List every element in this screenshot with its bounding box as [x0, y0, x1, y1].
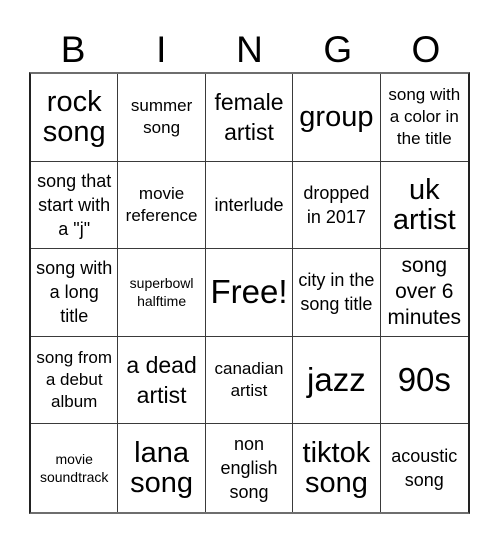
header-letter-g: G — [323, 29, 353, 70]
bingo-cell[interactable]: song with a long title — [31, 249, 119, 337]
bingo-cell[interactable]: movie soundtrack — [31, 424, 119, 512]
bingo-cell[interactable]: superbowl halftime — [118, 249, 206, 337]
bingo-cell[interactable]: non english song — [206, 424, 294, 512]
bingo-cell[interactable]: interlude — [205, 161, 294, 250]
bingo-cell[interactable]: song with a color in the title — [380, 74, 468, 162]
bingo-cell-label: non english song — [220, 434, 278, 503]
bingo-cell[interactable]: rock song — [31, 74, 119, 162]
bingo-cell-label: uk artist — [392, 173, 456, 236]
bingo-cell[interactable]: a dead artist — [118, 336, 206, 425]
bingo-cell-label: acoustic song — [391, 446, 458, 491]
bingo-cell-label: rock song — [42, 86, 106, 149]
bingo-cell[interactable]: tiktok song — [293, 424, 381, 512]
bingo-cell-label: Free! — [210, 273, 288, 311]
header-letter-o: O — [411, 29, 441, 70]
bingo-cell[interactable]: city in the song title — [293, 249, 381, 337]
header-letter-i: I — [156, 29, 167, 70]
bingo-cell-label: dropped in 2017 — [303, 182, 370, 227]
bingo-cell[interactable]: movie reference — [118, 161, 206, 250]
bingo-cell-label: song from a debut album — [36, 348, 112, 412]
bingo-cell[interactable]: acoustic song — [381, 424, 468, 512]
bingo-cell-label: interlude — [214, 194, 284, 215]
bingo-cell-label: city in the song title — [298, 270, 375, 315]
bingo-cell[interactable]: uk artist — [380, 162, 468, 250]
bingo-cell-label: female artist — [214, 89, 284, 146]
bingo-cell-label: movie soundtrack — [39, 451, 109, 486]
bingo-cell[interactable]: dropped in 2017 — [293, 161, 381, 250]
bingo-cell[interactable]: song from a debut album — [31, 336, 119, 425]
bingo-cell-label: song over 6 minutes — [387, 254, 462, 330]
bingo-cell-label: 90s — [397, 361, 451, 399]
bingo-header: B I N G O — [29, 28, 470, 72]
bingo-cell[interactable]: song that start with a "j" — [31, 161, 119, 250]
bingo-cell-label: canadian artist — [214, 359, 284, 401]
bingo-cell-label: summer song — [130, 96, 193, 138]
bingo-cell[interactable]: 90s — [380, 337, 468, 425]
bingo-cell-label: movie reference — [125, 183, 198, 225]
bingo-cell-label: group — [299, 101, 374, 134]
header-letter-n: N — [236, 29, 263, 70]
bingo-cell[interactable]: canadian artist — [205, 336, 294, 425]
header-letter-b: B — [60, 29, 86, 70]
bingo-cell[interactable]: jazz — [293, 336, 381, 425]
bingo-cell-label: jazz — [307, 361, 366, 399]
bingo-cell[interactable]: lana song — [118, 424, 206, 512]
bingo-cell[interactable]: summer song — [118, 74, 206, 162]
bingo-board: rock song summer song female artist group so… — [29, 72, 470, 514]
bingo-cell[interactable]: group — [293, 74, 381, 162]
bingo-cell-label: tiktok song — [302, 437, 371, 500]
bingo-cell-free-space[interactable]: Free! — [205, 249, 294, 337]
bingo-cell[interactable]: female artist — [205, 74, 294, 162]
bingo-cell-label: a dead artist — [126, 352, 197, 409]
bingo-cell-label: song with a long title — [36, 258, 113, 327]
bingo-cell-label: song with a color in the title — [388, 85, 461, 149]
bingo-cell-label: lana song — [130, 437, 194, 500]
bingo-cell[interactable]: song over 6 minutes — [380, 249, 468, 337]
bingo-cell-label: superbowl halftime — [129, 275, 194, 310]
bingo-cell-label: song that start with a "j" — [37, 170, 112, 239]
